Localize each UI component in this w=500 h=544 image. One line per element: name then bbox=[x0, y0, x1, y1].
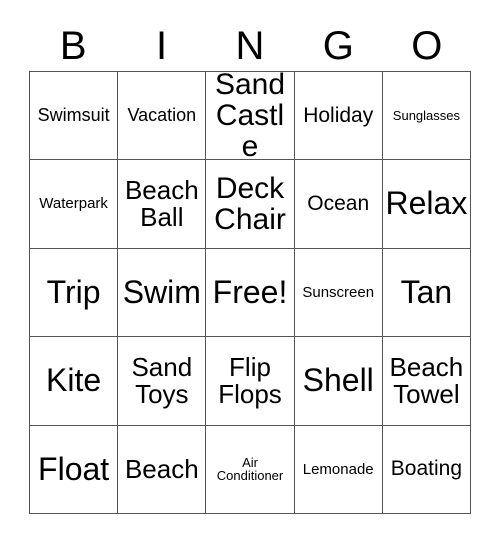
bingo-cell-label: Sand Castle bbox=[214, 67, 286, 164]
header-letter-g: G bbox=[322, 24, 354, 68]
bingo-cell-label: Tan bbox=[400, 273, 453, 310]
bingo-cell-label: Shell bbox=[302, 362, 374, 399]
bingo-cell[interactable]: Swim bbox=[118, 248, 207, 338]
bingo-cell-label: Kite bbox=[46, 362, 102, 399]
bingo-cell-label: Swim bbox=[122, 273, 201, 310]
bingo-cell-label: Lemonade bbox=[302, 460, 374, 478]
bingo-cell[interactable]: Boating bbox=[382, 425, 472, 515]
bingo-card: B I N G O Swimsuit Vacation Sand Castle … bbox=[0, 0, 500, 544]
bingo-cell[interactable]: Kite bbox=[30, 337, 119, 426]
header-letter-i: I bbox=[156, 24, 168, 68]
bingo-cell-label: Vacation bbox=[127, 105, 197, 126]
bingo-cell[interactable]: Lemonade bbox=[294, 425, 383, 515]
bingo-cell-label: Swimsuit bbox=[37, 105, 110, 126]
bingo-cell-label: Beach Towel bbox=[389, 351, 464, 409]
header-letter-b: B bbox=[59, 24, 87, 68]
bingo-cell[interactable]: Ocean bbox=[294, 160, 383, 249]
bingo-cell[interactable]: Sand Toys bbox=[118, 337, 207, 426]
bingo-cell-label: Boating bbox=[390, 457, 463, 481]
bingo-row: Kite Sand Toys Flip Flops Shell Beach To… bbox=[30, 337, 472, 426]
bingo-cell-label: Free! bbox=[212, 273, 288, 310]
bingo-cell-label: Sunscreen bbox=[302, 283, 375, 301]
bingo-cell[interactable]: Sand Castle bbox=[206, 67, 295, 164]
bingo-cell-label: Beach bbox=[124, 453, 199, 484]
bingo-row: Waterpark Beach Ball Deck Chair Ocean Re… bbox=[30, 160, 472, 249]
bingo-cell[interactable]: Trip bbox=[30, 248, 119, 338]
bingo-cell[interactable]: Swimsuit bbox=[30, 72, 119, 161]
bingo-cell[interactable]: Beach Towel bbox=[382, 337, 472, 426]
bingo-cell-free[interactable]: Free! bbox=[206, 248, 295, 338]
bingo-cell[interactable]: Flip Flops bbox=[206, 337, 295, 426]
bingo-cell-label: Sand Toys bbox=[131, 351, 193, 409]
bingo-cell[interactable]: Shell bbox=[294, 337, 383, 426]
bingo-cell[interactable]: Float bbox=[30, 425, 119, 515]
bingo-cell-label: Flip Flops bbox=[218, 351, 282, 409]
bingo-cell-label: Relax bbox=[385, 185, 468, 222]
bingo-cell[interactable]: Relax bbox=[382, 160, 472, 249]
bingo-cell[interactable]: Holiday bbox=[294, 72, 383, 161]
bingo-cell-label: Float bbox=[38, 450, 110, 487]
bingo-cell-label: Ocean bbox=[307, 192, 370, 216]
header-letter-n: N bbox=[235, 24, 265, 68]
bingo-cell-label: Air Conditioner bbox=[216, 454, 284, 484]
bingo-cell-label: Waterpark bbox=[39, 195, 108, 213]
bingo-cell[interactable]: Beach bbox=[118, 425, 207, 515]
bingo-cell-label: Beach Ball bbox=[124, 175, 199, 233]
bingo-cell[interactable]: Sunglasses bbox=[382, 72, 472, 161]
bingo-cell[interactable]: Tan bbox=[382, 248, 472, 338]
bingo-cell[interactable]: Air Conditioner bbox=[206, 425, 295, 515]
bingo-row: Float Beach Air Conditioner Lemonade Boa… bbox=[30, 425, 472, 515]
bingo-cell[interactable]: Waterpark bbox=[30, 160, 119, 249]
bingo-row: Swimsuit Vacation Sand Castle Holiday Su… bbox=[30, 67, 472, 164]
header-letter-o: O bbox=[411, 24, 443, 68]
bingo-cell[interactable]: Sunscreen bbox=[294, 248, 383, 338]
bingo-cell[interactable]: Deck Chair bbox=[206, 160, 295, 249]
bingo-cell-label: Deck Chair bbox=[214, 171, 286, 237]
bingo-cell-label: Sunglasses bbox=[392, 107, 461, 123]
bingo-cell-label: Trip bbox=[46, 273, 101, 310]
bingo-cell[interactable]: Vacation bbox=[118, 72, 207, 161]
bingo-cell[interactable]: Beach Ball bbox=[118, 160, 207, 249]
bingo-row: Trip Swim Free! Sunscreen Tan bbox=[30, 248, 472, 338]
bingo-grid: Swimsuit Vacation Sand Castle Holiday Su… bbox=[29, 67, 472, 515]
bingo-cell-label: Holiday bbox=[303, 103, 374, 127]
bingo-header: B I N G O bbox=[29, 22, 471, 70]
